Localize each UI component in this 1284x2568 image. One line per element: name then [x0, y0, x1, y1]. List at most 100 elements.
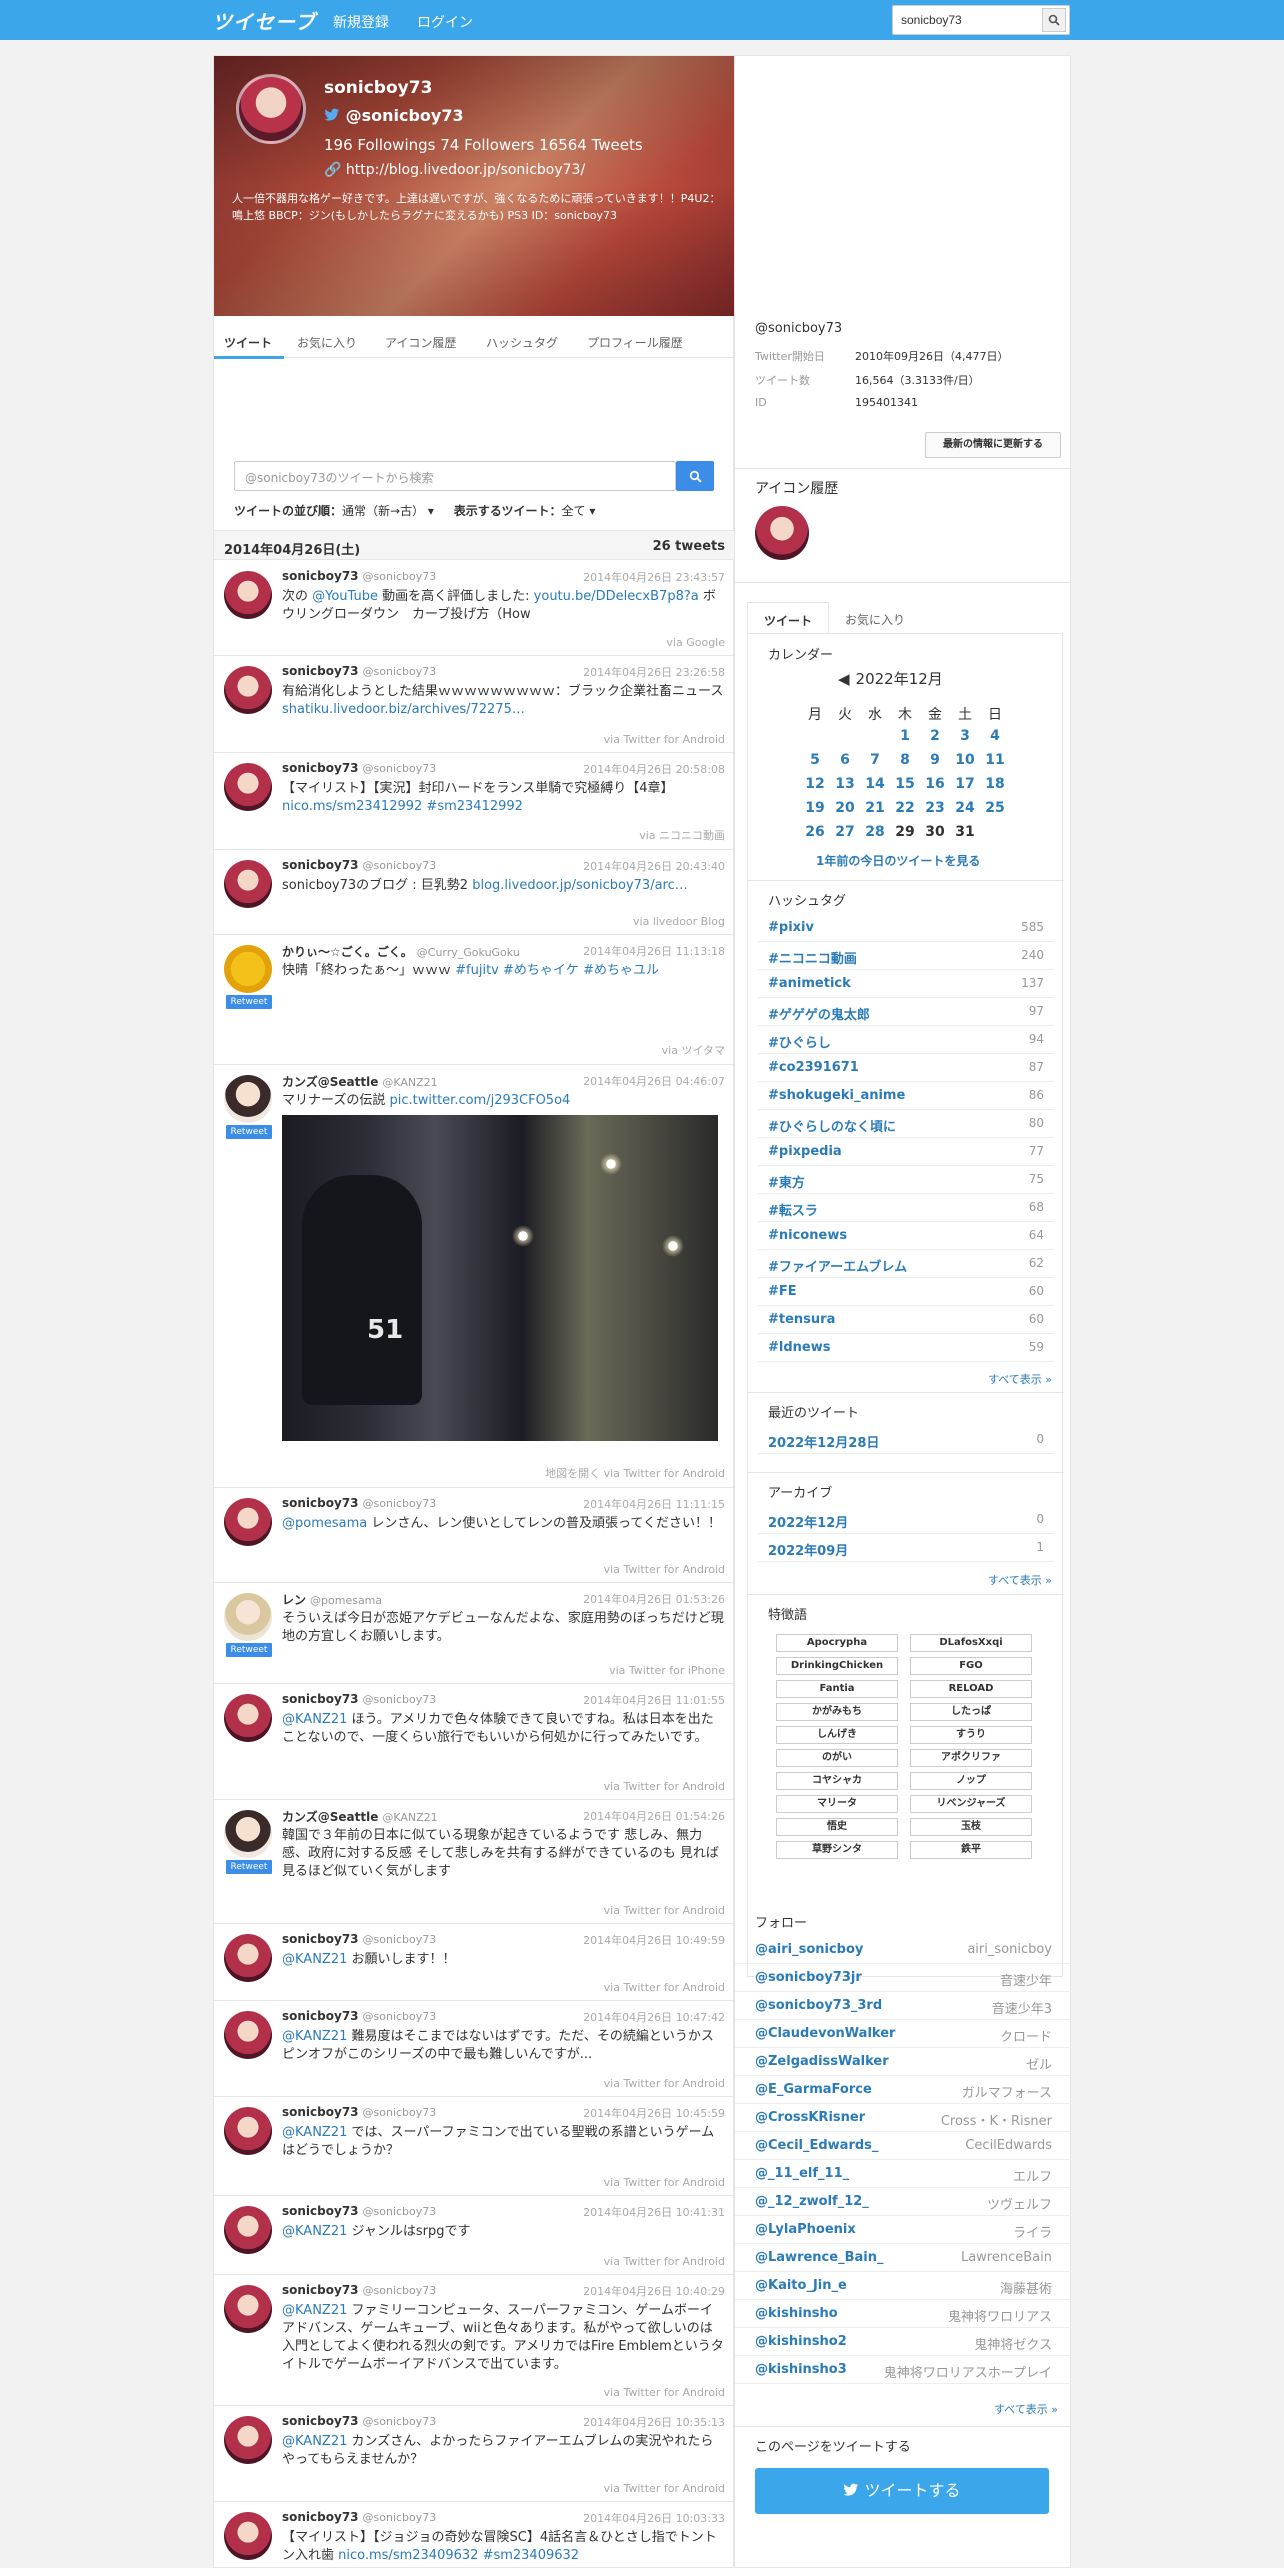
- tweet-handle[interactable]: @sonicboy73: [363, 2511, 437, 2524]
- follow-row[interactable]: @LylaPhoenix ライラ: [735, 2216, 1072, 2244]
- tweet-time[interactable]: 2014年04月26日 10:49:59: [583, 1932, 725, 1948]
- tweet-search-button[interactable]: [676, 461, 714, 491]
- calendar-day[interactable]: 14: [860, 776, 890, 792]
- calendar-day[interactable]: 18: [980, 776, 1010, 792]
- calendar-day[interactable]: 12: [800, 776, 830, 792]
- follow-row[interactable]: @sonicboy73jr 音速少年: [735, 1964, 1072, 1992]
- tweet-handle[interactable]: @sonicboy73: [363, 2205, 437, 2218]
- avatar[interactable]: [224, 1498, 272, 1546]
- avatar[interactable]: [224, 2285, 272, 2333]
- hashtag-row[interactable]: #pixpedia 77: [758, 1138, 1054, 1166]
- hashtag-link[interactable]: #niconews: [768, 1228, 847, 1243]
- avatar[interactable]: [224, 1694, 272, 1742]
- tweet-author[interactable]: sonicboy73 @sonicboy73: [282, 2204, 436, 2218]
- tweet-time[interactable]: 2014年04月26日 23:43:57: [583, 569, 725, 585]
- tweet-author[interactable]: sonicboy73 @sonicboy73: [282, 2510, 436, 2524]
- tweet-handle[interactable]: @KANZ21: [382, 1811, 437, 1824]
- calendar-day[interactable]: 10: [950, 752, 980, 768]
- word-tag[interactable]: マリータ: [776, 1795, 898, 1813]
- hashtag-row[interactable]: #ファイアーエムブレム 62: [758, 1250, 1054, 1278]
- avatar[interactable]: [224, 763, 272, 811]
- tab-icon-history[interactable]: アイコン履歴: [385, 334, 456, 351]
- avatar[interactable]: [224, 571, 272, 619]
- follow-row[interactable]: @CrossKRisner Cross・K・Risner: [735, 2104, 1072, 2132]
- follow-handle-link[interactable]: @ZelgadissWalker: [755, 2054, 889, 2069]
- hashtag-row[interactable]: #東方 75: [758, 1166, 1054, 1194]
- follow-row[interactable]: @kishinsho2 鬼神将ゼクス: [735, 2328, 1072, 2356]
- follow-row[interactable]: @Lawrence_Bain_ LawrenceBain: [735, 2244, 1072, 2272]
- tweet-handle[interactable]: @sonicboy73: [363, 859, 437, 872]
- calendar-day[interactable]: 2: [920, 728, 950, 744]
- hashtag-row[interactable]: #転スラ 68: [758, 1194, 1054, 1222]
- hashtag-row[interactable]: #ひぐらしのなく頃に 80: [758, 1110, 1054, 1138]
- tweet-handle[interactable]: @sonicboy73: [363, 762, 437, 775]
- tweet-handle[interactable]: @sonicboy73: [363, 1497, 437, 1510]
- hashtag-row[interactable]: #niconews 64: [758, 1222, 1054, 1250]
- follow-show-all[interactable]: すべて表示 »: [994, 2401, 1058, 2417]
- update-button[interactable]: 最新の情報に更新する: [925, 432, 1061, 458]
- hashtag-link[interactable]: #東方: [768, 1172, 805, 1191]
- hashtag-link[interactable]: #ニコニコ動画: [768, 948, 857, 967]
- tweet-link[interactable]: nico.ms/sm23409632: [338, 2548, 478, 2563]
- tab-panel-tweets[interactable]: ツイート: [747, 602, 830, 634]
- hashtag-row[interactable]: #co2391671 87: [758, 1054, 1054, 1082]
- hashtag-link[interactable]: #ldnews: [768, 1340, 830, 1355]
- avatar[interactable]: [224, 1075, 272, 1123]
- tweet-time[interactable]: 2014年04月26日 10:40:29: [583, 2283, 725, 2299]
- follow-handle-link[interactable]: @CrossKRisner: [755, 2110, 865, 2125]
- tweet-author[interactable]: sonicboy73 @sonicboy73: [282, 858, 436, 872]
- tweet-link[interactable]: @KANZ21: [282, 1952, 347, 1967]
- word-tag[interactable]: RELOAD: [910, 1680, 1032, 1698]
- follow-handle-link[interactable]: @_12_zwolf_12_: [755, 2194, 869, 2209]
- follow-row[interactable]: @sonicboy73_3rd 音速少年3: [735, 1992, 1072, 2020]
- word-tag[interactable]: アポクリファ: [910, 1749, 1032, 1767]
- tweet-author[interactable]: sonicboy73 @sonicboy73: [282, 2009, 436, 2023]
- profile-url[interactable]: 🔗 http://blog.livedoor.jp/sonicboy73/: [324, 162, 585, 178]
- calendar-day[interactable]: 16: [920, 776, 950, 792]
- word-tag[interactable]: DLafosXxqi: [910, 1634, 1032, 1652]
- hashtag-show-all[interactable]: すべて表示 »: [988, 1371, 1052, 1387]
- follow-handle-link[interactable]: @Lawrence_Bain_: [755, 2250, 883, 2265]
- tweet-author[interactable]: sonicboy73 @sonicboy73: [282, 1932, 436, 1946]
- hashtag-link[interactable]: #animetick: [768, 976, 851, 991]
- hashtag-row[interactable]: #tensura 60: [758, 1306, 1054, 1334]
- avatar[interactable]: [224, 945, 272, 993]
- tweet-handle[interactable]: @sonicboy73: [363, 665, 437, 678]
- avatar[interactable]: [755, 506, 809, 560]
- tweet-time[interactable]: 2014年04月26日 10:45:59: [583, 2105, 725, 2121]
- tweet-link[interactable]: #めちゃイケ: [503, 963, 579, 978]
- archive-row[interactable]: 2022年09月 1: [758, 1534, 1054, 1562]
- word-tag[interactable]: FGO: [910, 1657, 1032, 1675]
- follow-row[interactable]: @_11_elf_11_ エルフ: [735, 2160, 1072, 2188]
- calendar-day[interactable]: 15: [890, 776, 920, 792]
- tweet-handle[interactable]: @pomesama: [310, 1594, 382, 1607]
- calendar-day[interactable]: 20: [830, 800, 860, 816]
- word-tag[interactable]: DrinkingChicken: [776, 1657, 898, 1675]
- calendar-day[interactable]: 3: [950, 728, 980, 744]
- tweet-link[interactable]: @KANZ21: [282, 2303, 347, 2318]
- follow-handle-link[interactable]: @kishinsho3: [755, 2362, 847, 2377]
- tweet-this-button[interactable]: ツイートする: [755, 2468, 1049, 2514]
- tweet-author[interactable]: sonicboy73 @sonicboy73: [282, 664, 436, 678]
- word-tag[interactable]: すうり: [910, 1726, 1032, 1744]
- calendar-day[interactable]: 1: [890, 728, 920, 744]
- word-tag[interactable]: しんげき: [776, 1726, 898, 1744]
- follow-handle-link[interactable]: @_11_elf_11_: [755, 2166, 849, 2181]
- hashtag-link[interactable]: #ひぐらし: [768, 1032, 831, 1051]
- word-tag[interactable]: 草野シンタ: [776, 1841, 898, 1859]
- tweet-link[interactable]: @KANZ21: [282, 1712, 347, 1727]
- tweet-link[interactable]: youtu.be/DDelecxB7p8?a: [534, 589, 699, 604]
- calendar-day[interactable]: 28: [860, 824, 890, 840]
- hashtag-row[interactable]: #ldnews 59: [758, 1334, 1054, 1362]
- avatar[interactable]: [224, 666, 272, 714]
- calendar-day[interactable]: 13: [830, 776, 860, 792]
- tweet-author[interactable]: sonicboy73 @sonicboy73: [282, 1496, 436, 1510]
- follow-row[interactable]: @kishinsho 鬼神将ワロリアス: [735, 2300, 1072, 2328]
- hashtag-link[interactable]: #tensura: [768, 1312, 835, 1327]
- hashtag-row[interactable]: #ひぐらし 94: [758, 1026, 1054, 1054]
- follow-row[interactable]: @Cecil_Edwards_ CecilEdwards: [735, 2132, 1072, 2160]
- tweet-link[interactable]: #めちゃユル: [583, 963, 659, 978]
- calendar-day[interactable]: 5: [800, 752, 830, 768]
- follow-row[interactable]: @ClaudevonWalker クロード: [735, 2020, 1072, 2048]
- avatar[interactable]: [224, 2206, 272, 2254]
